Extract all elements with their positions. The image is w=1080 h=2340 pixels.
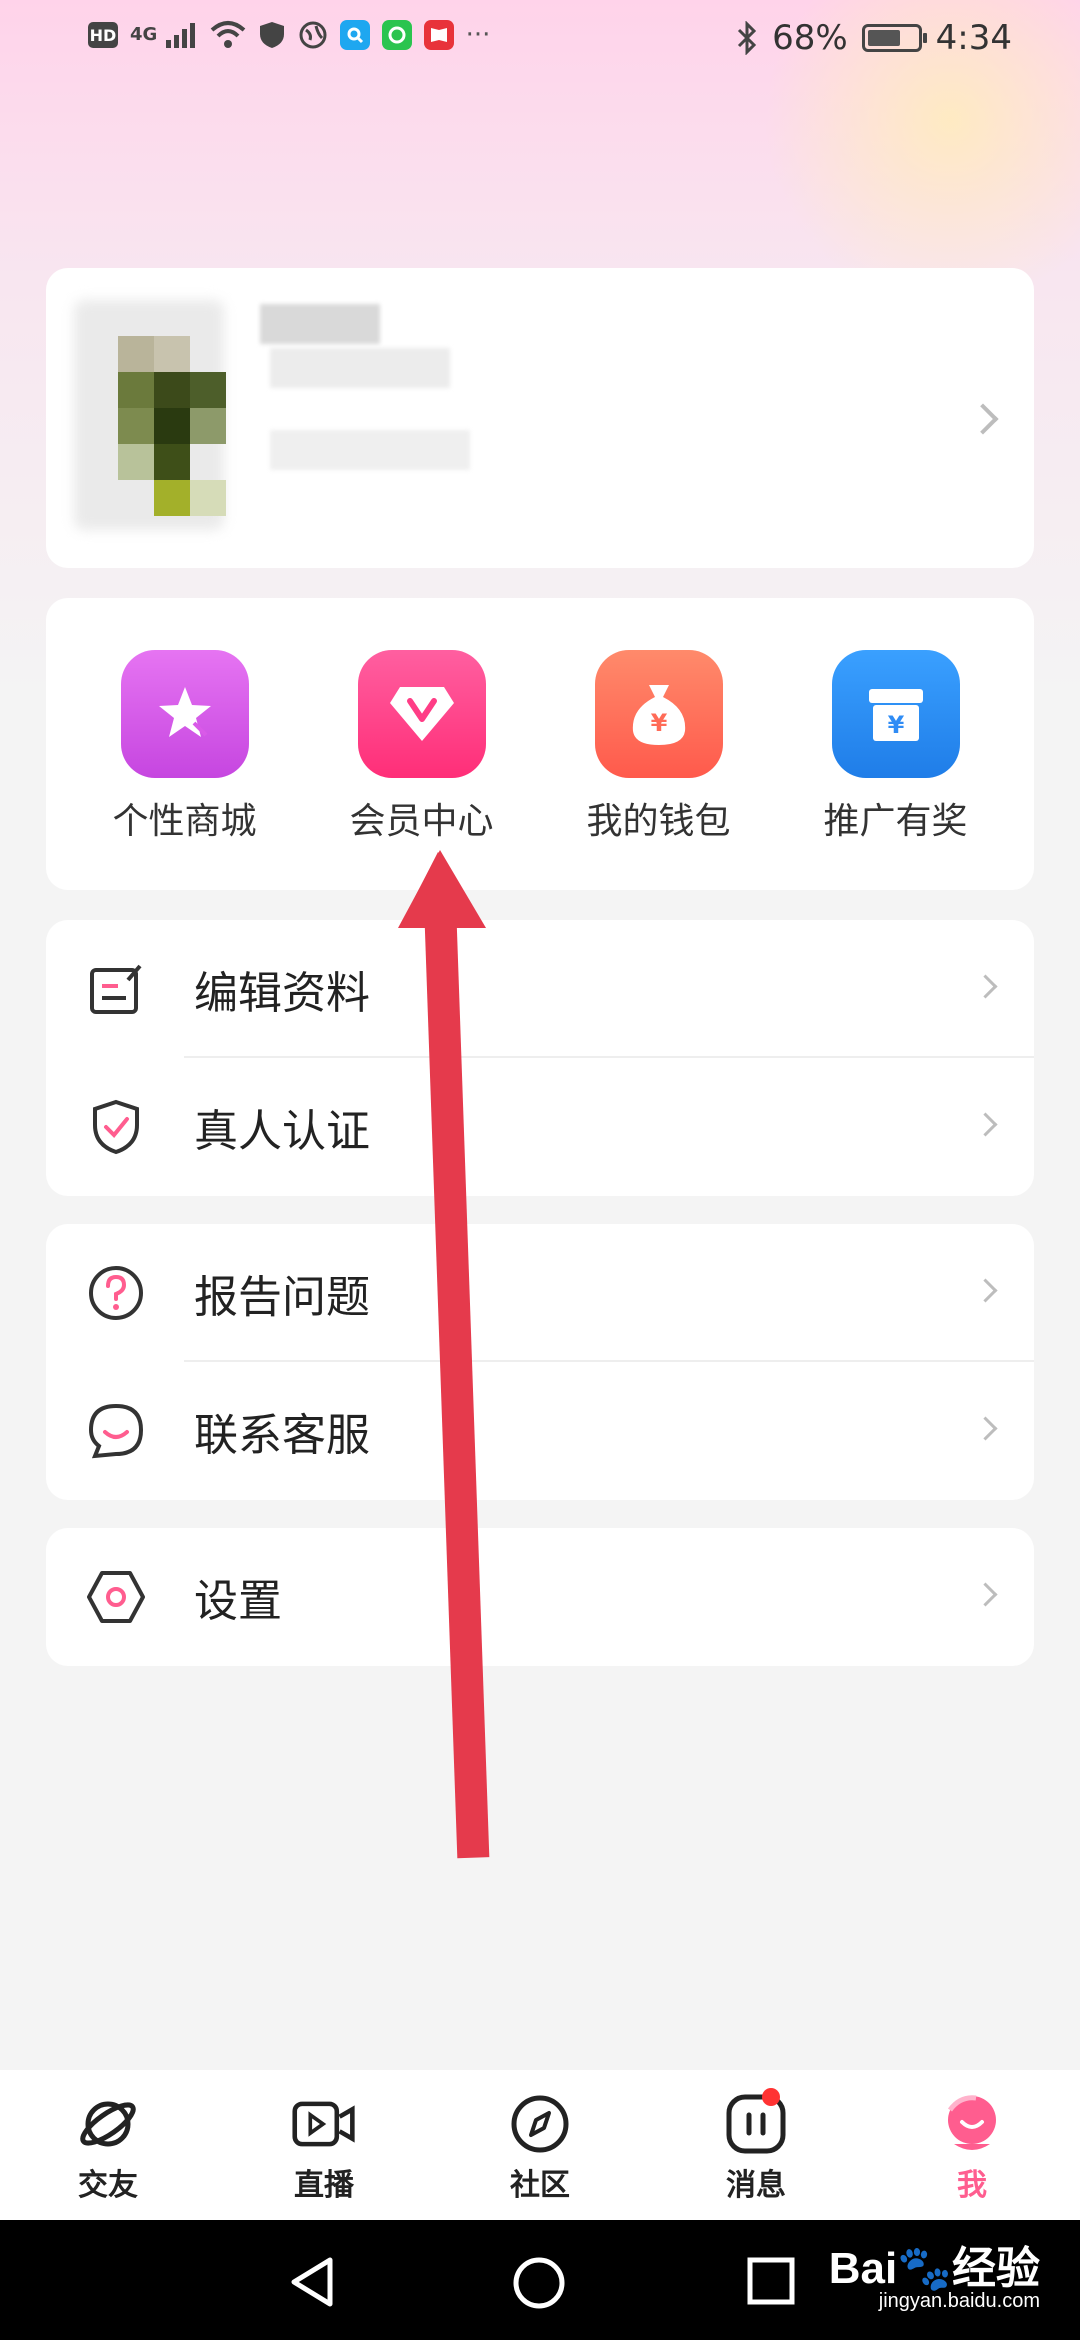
profile-chevron-icon: [967, 403, 999, 435]
menu-item-label: 真人认证: [194, 1106, 370, 1157]
battery-level-fill: [867, 30, 901, 46]
menu-item-identity-verification[interactable]: 真人认证: [46, 1058, 1034, 1196]
tab-label: 消息: [726, 2168, 786, 2203]
menu-item-settings[interactable]: 设置: [46, 1528, 1034, 1666]
diamond-v-icon: [357, 650, 486, 778]
tab-me[interactable]: 我: [864, 2070, 1080, 2220]
tab-label: 社区: [510, 2168, 570, 2203]
shield-check-icon: [86, 1097, 146, 1157]
shortcut-personal-mall[interactable]: 个性商城: [85, 598, 285, 890]
chevron-right-icon: [973, 1278, 998, 1303]
menu-item-contact-support[interactable]: 联系客服: [46, 1362, 1034, 1500]
clock: 4:34: [935, 18, 1012, 58]
menu-group-profile: 编辑资料 真人认证: [46, 920, 1034, 1196]
settings-icon: [86, 1567, 146, 1627]
question-icon: [86, 1263, 146, 1323]
menu-item-label: 联系客服: [194, 1410, 370, 1461]
baidu-watermark: Bai🐾经验 jingyan.baidu.com: [829, 2232, 1040, 2313]
battery-icon: [861, 24, 927, 52]
back-icon[interactable]: [288, 2256, 338, 2308]
signal-4g-icon: 4G: [130, 22, 198, 48]
gift-box-icon: ¥: [831, 650, 960, 778]
chevron-right-icon: [973, 1582, 998, 1607]
shortcut-referral-reward[interactable]: ¥ 推广有奖: [796, 598, 996, 890]
shortcut-my-wallet[interactable]: ¥ 我的钱包: [559, 598, 759, 890]
money-bag-icon: ¥: [594, 650, 723, 778]
wifi-icon: [210, 21, 245, 48]
svg-text:¥: ¥: [650, 709, 667, 737]
video-icon: [292, 2092, 356, 2156]
battery-percent: 68%: [772, 18, 848, 58]
tab-messages[interactable]: 消息: [648, 2070, 864, 2220]
watermark-url: jingyan.baidu.com: [878, 2290, 1040, 2312]
menu-group-settings: 设置: [46, 1528, 1034, 1666]
menu-group-support: 报告问题 联系客服: [46, 1224, 1034, 1500]
watermark-brand: Bai: [828, 2244, 898, 2293]
search-app-icon: [339, 20, 370, 50]
bottom-tab-bar: 交友 直播 社区 消息 我: [0, 2070, 1080, 2220]
tab-live[interactable]: 直播: [216, 2070, 432, 2220]
recent-apps-icon[interactable]: [746, 2256, 796, 2306]
menu-item-label: 设置: [194, 1576, 282, 1627]
planet-icon: [76, 2092, 140, 2156]
home-icon[interactable]: [512, 2256, 566, 2310]
menu-item-report-problem[interactable]: 报告问题: [46, 1224, 1034, 1362]
profile-card[interactable]: [46, 268, 1034, 568]
menu-item-label: 编辑资料: [194, 968, 370, 1019]
globe-icon: [299, 21, 327, 49]
tab-label: 我: [957, 2168, 987, 2203]
shortcut-label: 我的钱包: [586, 801, 731, 842]
edit-icon: [86, 959, 146, 1019]
tab-label: 直播: [294, 2168, 354, 2203]
profile-face-icon: [940, 2092, 1004, 2156]
avatar[interactable]: [70, 290, 490, 550]
watermark-suffix: 经验: [952, 2244, 1040, 2293]
compass-icon: [508, 2092, 572, 2156]
shortcut-label: 会员中心: [349, 801, 494, 842]
svg-text:¥: ¥: [887, 711, 904, 739]
shortcut-label: 个性商城: [112, 801, 257, 842]
menu-item-label: 报告问题: [194, 1272, 370, 1323]
tab-make-friends[interactable]: 交友: [0, 2070, 216, 2220]
chevron-right-icon: [973, 1112, 998, 1137]
unread-badge: [762, 2088, 780, 2106]
star-icon: [120, 650, 249, 778]
support-icon: [86, 1401, 146, 1461]
paw-icon: 🐾: [897, 2244, 952, 2293]
shortcut-member-center[interactable]: 会员中心: [322, 598, 522, 890]
chat-app-icon: [381, 20, 412, 50]
bluetooth-icon: [738, 21, 757, 55]
menu-item-edit-profile[interactable]: 编辑资料: [46, 920, 1034, 1058]
chevron-right-icon: [973, 1416, 998, 1441]
hd-icon: HD: [88, 22, 118, 48]
more-icon: ···: [465, 20, 491, 50]
tab-label: 交友: [78, 2168, 138, 2203]
status-bar: HD 4G ··· 68% 4:34: [0, 0, 1080, 84]
book-app-icon: [423, 20, 454, 50]
chevron-right-icon: [973, 974, 998, 999]
shield-icon: [259, 22, 284, 48]
shortcut-label: 推广有奖: [823, 801, 968, 842]
tab-community[interactable]: 社区: [432, 2070, 648, 2220]
shortcut-grid: 个性商城 会员中心 ¥ 我的钱包 ¥ 推广有奖: [46, 598, 1034, 890]
